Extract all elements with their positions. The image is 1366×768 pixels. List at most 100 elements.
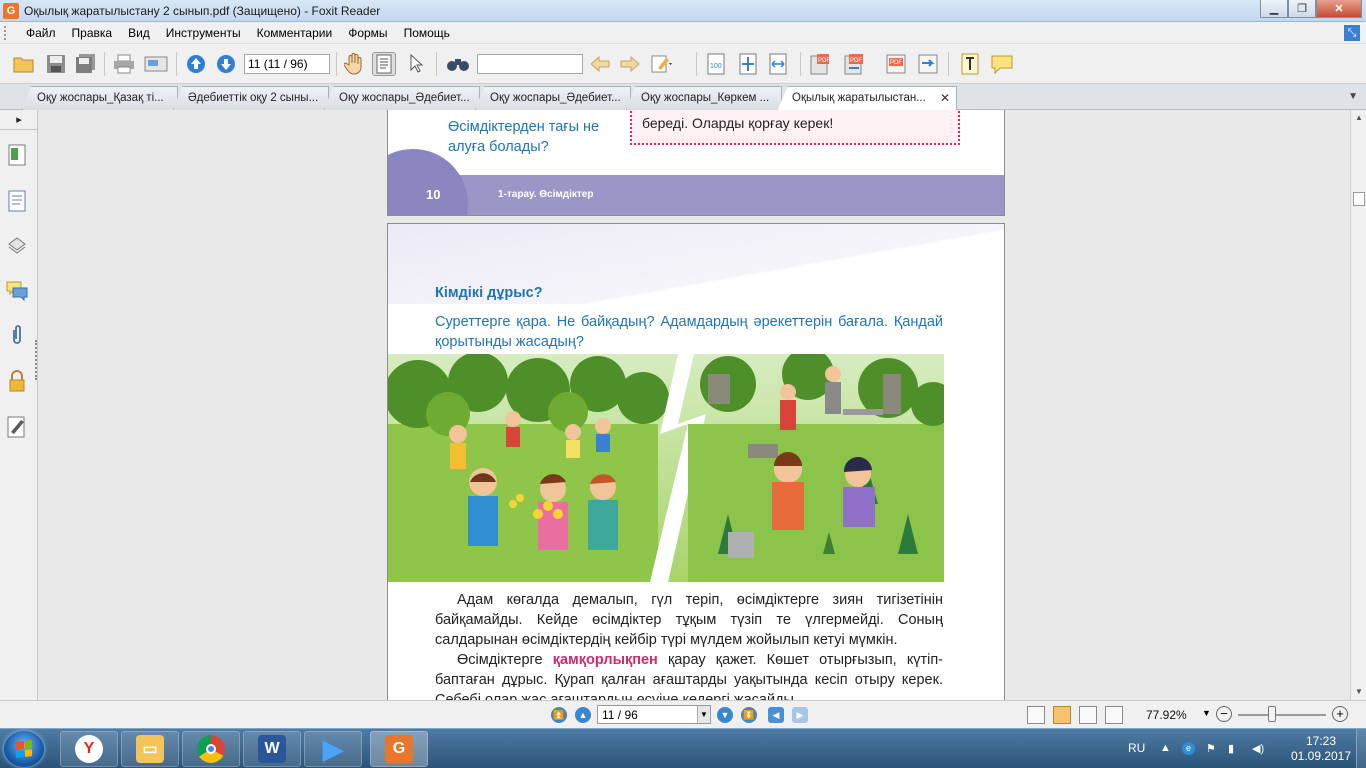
find-input[interactable]	[477, 54, 583, 74]
typewriter-icon[interactable]	[958, 52, 982, 76]
zoom-slider[interactable]	[1238, 714, 1326, 716]
scroll-thumb[interactable]	[1353, 192, 1365, 206]
security-icon[interactable]	[6, 370, 28, 392]
menu-forms[interactable]: Формы	[340, 26, 395, 40]
scroll-down-icon[interactable]: ▼	[1351, 684, 1366, 700]
body-paragraph-2: Өсімдіктерге қамқорлықпен қарау қажет. К…	[435, 650, 943, 700]
save-icon[interactable]	[44, 52, 68, 76]
close-button[interactable]: ✕	[1316, 0, 1362, 18]
page11-heading: Кімдікі дұрыс?	[435, 285, 543, 301]
pdf-icon[interactable]: PDF	[884, 52, 908, 76]
continuous-facing-view-icon[interactable]	[1105, 706, 1123, 724]
volume-icon[interactable]: ◀)	[1252, 742, 1264, 755]
zoom-slider-thumb[interactable]	[1268, 706, 1277, 722]
continuous-view-icon[interactable]	[1053, 706, 1071, 724]
minimize-button[interactable]: ▁	[1260, 0, 1288, 18]
scroll-up-icon[interactable]: ▲	[1351, 110, 1366, 126]
network-icon[interactable]: ▮	[1228, 742, 1234, 755]
scan-icon[interactable]	[144, 52, 168, 76]
prev-page-status-icon[interactable]: ▲	[575, 707, 591, 723]
print-icon[interactable]	[112, 52, 136, 76]
taskbar-word[interactable]: W	[243, 731, 301, 767]
taskbar-media[interactable]: ▶	[304, 731, 362, 767]
panel-expand-icon[interactable]: ▸	[0, 110, 38, 130]
zoom-level[interactable]: 77.92%	[1146, 708, 1187, 722]
show-hidden-icons[interactable]: ▲	[1160, 742, 1171, 754]
page10-note-box: береді. Оларды қорғау керек!	[630, 110, 960, 145]
show-desktop-button[interactable]	[1356, 729, 1366, 768]
title-bar: G Оқылық жаратылыстану 2 сынып.pdf (Защи…	[0, 0, 1366, 22]
convert-icon[interactable]: PDF	[842, 52, 866, 76]
action-center-icon[interactable]: ⚑	[1206, 742, 1216, 755]
page10-question: Өсімдіктерден тағы не алуға болады?	[448, 117, 599, 157]
highlight-icon[interactable]	[650, 52, 674, 76]
menu-edit[interactable]: Правка	[64, 26, 121, 40]
create-pdf-icon[interactable]: PDF	[808, 52, 832, 76]
zoom-actual-icon[interactable]: 100	[704, 52, 728, 76]
select-icon[interactable]	[404, 52, 428, 76]
windows-taskbar: Y ▭ W ▶ G RU ▲ e ⚑ ▮ ◀) 17:23 01.09.2017	[0, 728, 1366, 768]
tab-2[interactable]: Әдебиеттік оқу 2 сыны...	[173, 86, 329, 110]
taskbar-chrome[interactable]	[182, 731, 240, 767]
menu-view[interactable]: Вид	[120, 26, 158, 40]
zoom-dropdown-icon[interactable]: ▼	[1202, 708, 1211, 718]
find-icon[interactable]	[446, 52, 470, 76]
vertical-scrollbar[interactable]: ▲ ▼	[1350, 110, 1366, 700]
fit-width-icon[interactable]	[766, 52, 790, 76]
restore-layout-icon[interactable]: ⤡	[1344, 25, 1360, 41]
taskbar-yandex[interactable]: Y	[60, 731, 118, 767]
menu-file[interactable]: Файл	[18, 26, 64, 40]
next-page-status-icon[interactable]: ▼	[717, 707, 733, 723]
last-page-icon[interactable]: ⏬	[741, 707, 757, 723]
open-icon[interactable]	[12, 52, 36, 76]
tab-3[interactable]: Оқу жоспары_Әдебиет...	[324, 86, 480, 110]
save-all-icon[interactable]	[74, 52, 98, 76]
facing-view-icon[interactable]	[1079, 706, 1097, 724]
menu-comments[interactable]: Комментарии	[249, 26, 341, 40]
page-dropdown-icon[interactable]: ▼	[697, 706, 710, 723]
next-page-icon[interactable]	[214, 52, 238, 76]
pages-icon[interactable]	[6, 190, 28, 212]
page-number-input[interactable]	[244, 54, 330, 74]
menu-help[interactable]: Помощь	[396, 26, 458, 40]
fit-page-icon[interactable]	[736, 52, 760, 76]
tab-5[interactable]: Оқу жоспары_Көркем ...	[626, 86, 782, 110]
tab-label: Оқылық жаратылыстан...	[792, 92, 926, 104]
export-icon[interactable]	[916, 52, 940, 76]
signatures-icon[interactable]	[6, 416, 28, 438]
zoom-in-icon[interactable]: +	[1332, 706, 1348, 722]
tab-4[interactable]: Оқу жоспары_Әдебиет...	[475, 86, 631, 110]
hand-tool-icon[interactable]	[342, 52, 366, 76]
tab-1[interactable]: Оқу жоспары_Қазақ ті...	[22, 86, 178, 110]
prev-page-icon[interactable]	[184, 52, 208, 76]
start-button[interactable]	[4, 731, 44, 767]
bookmarks-icon[interactable]	[6, 144, 28, 166]
select-text-icon[interactable]	[372, 52, 396, 76]
single-page-view-icon[interactable]	[1027, 706, 1045, 724]
forward-icon[interactable]: ▶	[792, 707, 808, 723]
page-number: 10	[426, 187, 441, 202]
window-title: Оқылық жаратылыстану 2 сынып.pdf (Защище…	[24, 4, 381, 18]
comments-icon[interactable]	[6, 280, 28, 302]
menu-tools[interactable]: Инструменты	[158, 26, 249, 40]
tab-list-icon[interactable]: ▼	[1348, 91, 1358, 102]
taskbar-foxit[interactable]: G	[370, 731, 428, 767]
skype-icon[interactable]: e	[1182, 742, 1195, 755]
back-icon[interactable]: ◀	[768, 707, 784, 723]
language-indicator[interactable]: RU	[1128, 741, 1145, 755]
tab-close-icon[interactable]: ✕	[940, 91, 950, 105]
zoom-out-icon[interactable]: −	[1216, 706, 1232, 722]
maximize-button[interactable]: ❐	[1288, 0, 1316, 18]
attachments-icon[interactable]	[6, 324, 28, 346]
first-page-icon[interactable]: ⏫	[551, 707, 567, 723]
clock[interactable]: 17:23 01.09.2017	[1286, 734, 1356, 764]
taskbar-explorer[interactable]: ▭	[121, 731, 179, 767]
note-icon[interactable]	[990, 52, 1014, 76]
tab-6-active[interactable]: Оқылық жаратылыстан... ✕	[777, 86, 957, 111]
panel-resize-grip[interactable]	[35, 340, 37, 380]
find-prev-icon[interactable]	[588, 52, 612, 76]
status-page-field[interactable]: 11 / 96 ▼	[597, 705, 711, 724]
find-next-icon[interactable]	[618, 52, 642, 76]
layers-icon[interactable]	[6, 234, 28, 256]
window-controls: ▁ ❐ ✕	[1260, 0, 1362, 18]
